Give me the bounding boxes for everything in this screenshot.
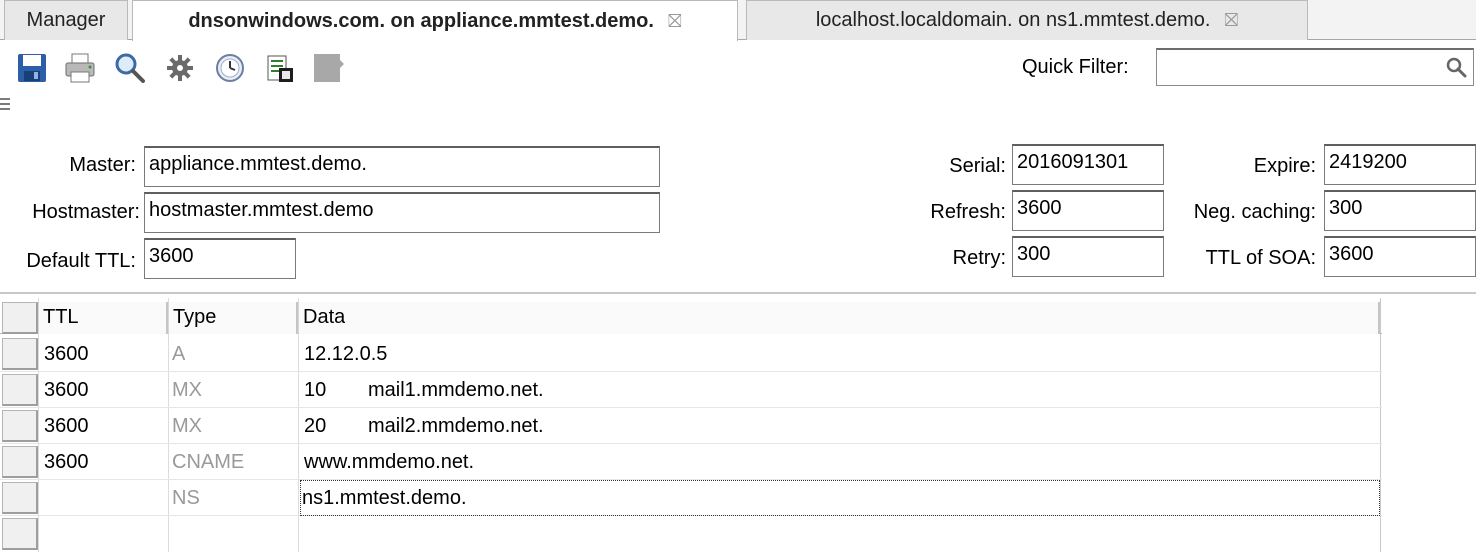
row-header[interactable] [2,446,38,478]
table-header: TTL Type Data [0,298,1382,334]
table-row[interactable]: NS ns1.mmtest.demo. [0,480,1382,516]
preference-cell[interactable]: 10 [304,372,326,408]
data-cell[interactable]: www.mmdemo.net. [304,444,474,480]
tab-label: Manager [26,9,106,31]
refresh-field[interactable]: 3600 [1012,190,1164,231]
row-header[interactable] [2,482,38,514]
data-cell-text: ns1.mmtest.demo. [302,487,467,509]
hostmaster-label: Hostmaster: [32,201,140,223]
default-ttl-label: Default TTL: [26,250,136,272]
divider [0,292,1476,294]
corner-header[interactable] [2,302,38,334]
quick-filter-input[interactable] [1156,48,1474,86]
expire-label: Expire: [1253,155,1316,177]
expire-field[interactable]: 2419200 [1324,144,1476,185]
ttl-cell[interactable]: 3600 [44,336,89,372]
ttl-cell[interactable]: 3600 [44,444,89,480]
ttl-of-soa-field[interactable]: 3600 [1324,236,1476,277]
settings-icon[interactable] [164,52,196,84]
ttl-cell[interactable]: 3600 [44,372,89,408]
record-icon[interactable] [312,52,344,84]
row-header[interactable] [2,338,38,370]
retry-label: Retry: [952,247,1006,269]
row-header[interactable] [2,374,38,406]
save-icon[interactable] [16,52,48,84]
table-row[interactable]: 3600 CNAME www.mmdemo.net. [0,444,1382,480]
data-cell[interactable]: mail1.mmdemo.net. [368,372,544,408]
data-cell[interactable]: mail2.mmdemo.net. [368,408,544,444]
tab-dnsonwindows[interactable]: dnsonwindows.com. on appliance.mmtest.de… [132,0,738,41]
type-cell[interactable]: MX [172,408,202,444]
quick-filter-label: Quick Filter: [1022,56,1129,78]
serial-label: Serial: [949,155,1006,177]
script-icon[interactable] [264,52,296,84]
tab-manager[interactable]: Manager [4,0,128,40]
column-header-data[interactable]: Data [298,302,1380,334]
neg-caching-label: Neg. caching: [1193,201,1316,223]
table-row[interactable]: 3600 MX 20 mail2.mmdemo.net. [0,408,1382,444]
search-icon [1445,56,1467,84]
close-icon[interactable]: ⛝ [1224,10,1238,31]
type-cell[interactable]: A [172,336,185,372]
menu-handle-icon[interactable] [0,98,10,113]
history-icon[interactable] [214,52,246,84]
preference-cell[interactable]: 20 [304,408,326,444]
search-icon[interactable] [114,52,146,84]
column-header-label: Data [303,306,346,328]
master-label: Master: [69,154,136,176]
close-icon[interactable]: ⛝ [668,11,682,32]
serial-field[interactable]: 2016091301 [1012,144,1164,185]
column-header-ttl[interactable]: TTL [38,302,168,334]
tab-label: localhost.localdomain. on ns1.mmtest.dem… [815,9,1211,31]
ttl-cell[interactable]: 3600 [44,408,89,444]
type-cell[interactable]: NS [172,480,200,516]
tab-localhost[interactable]: localhost.localdomain. on ns1.mmtest.dem… [746,0,1308,40]
column-header-type[interactable]: Type [168,302,298,334]
type-cell[interactable]: MX [172,372,202,408]
table-row[interactable]: 3600 A 12.12.0.5 [0,336,1382,372]
table-row[interactable]: 3600 MX 10 mail1.mmdemo.net. [0,372,1382,408]
row-header[interactable] [2,410,38,442]
master-field[interactable]: appliance.mmtest.demo. [144,146,660,187]
default-ttl-field[interactable]: 3600 [144,238,296,279]
tab-bar: Manager dnsonwindows.com. on appliance.m… [0,0,1476,41]
tab-label: dnsonwindows.com. on appliance.mmtest.de… [188,9,654,32]
ttl-of-soa-label: TTL of SOA: [1205,247,1316,269]
type-cell[interactable]: CNAME [172,444,244,480]
data-cell[interactable]: 12.12.0.5 [304,336,387,372]
table-row-new[interactable] [0,516,1382,552]
retry-field[interactable]: 300 [1012,236,1164,277]
hostmaster-field[interactable]: hostmaster.mmtest.demo [144,192,660,233]
print-icon[interactable] [64,52,96,84]
column-header-label: Type [173,306,217,328]
data-cell[interactable]: ns1.mmtest.demo. [300,480,1380,516]
column-header-label: TTL [43,306,79,328]
refresh-label: Refresh: [930,201,1006,223]
neg-caching-field[interactable]: 300 [1324,190,1476,231]
records-table: TTL Type Data 3600 A 12.12.0.5 3600 MX 1… [0,298,1382,552]
row-header[interactable] [2,518,38,550]
